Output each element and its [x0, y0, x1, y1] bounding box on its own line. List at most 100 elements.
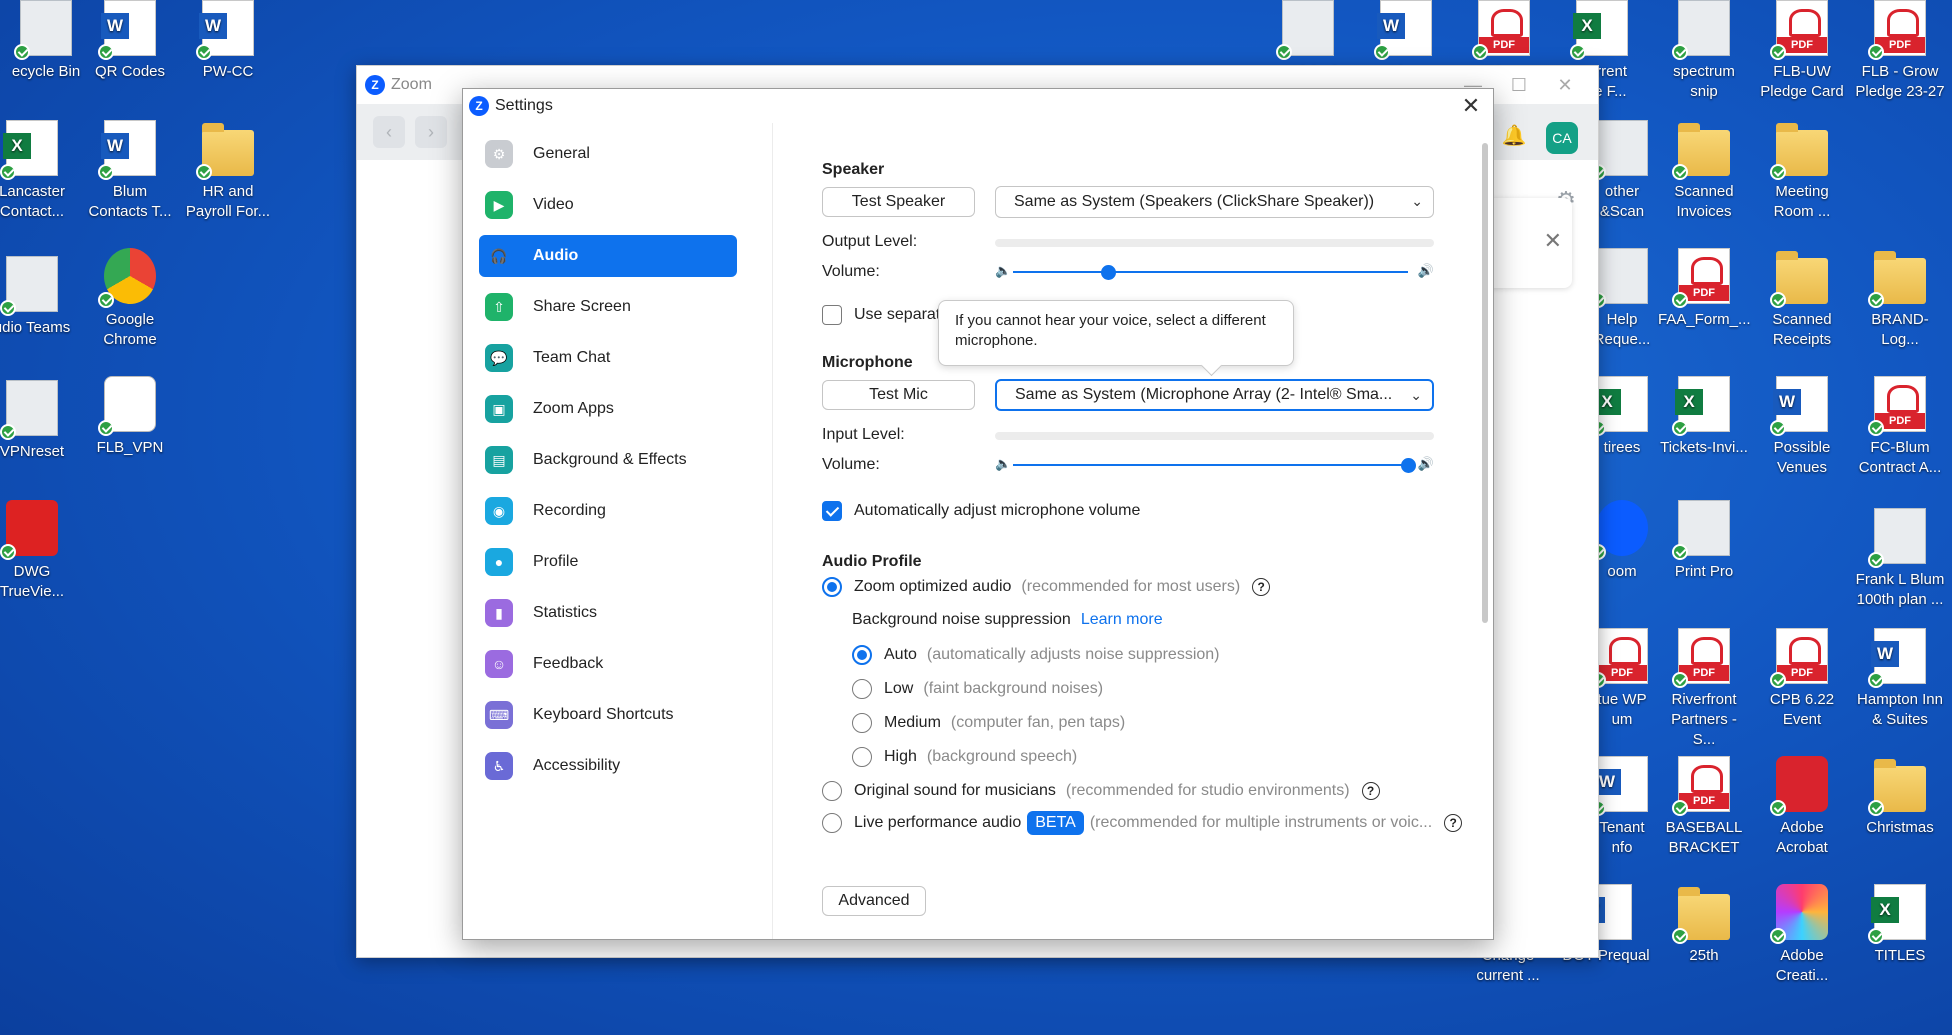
noise-option-high[interactable]: High (background speech) [852, 747, 1077, 767]
scrollbar-thumb[interactable] [1482, 143, 1488, 623]
desktop-icon-vpnreset[interactable]: VPNreset [0, 380, 78, 462]
speaker-volume-slider[interactable]: 🔈 🔊 [995, 262, 1434, 282]
test-speaker-button[interactable]: Test Speaker [822, 187, 975, 217]
desktop-icon-riverfront-partners-s[interactable]: Riverfront Partners - S... [1658, 628, 1750, 750]
settings-scrollbar[interactable] [1481, 123, 1489, 941]
desktop-icon-frank-l-blum-100th-plan[interactable]: Frank L Blum 100th plan ... [1854, 508, 1946, 610]
sidebar-item-recording[interactable]: ◉ Recording [479, 490, 737, 532]
video-icon: ▶ [485, 191, 513, 219]
settings-sidebar: ⚙ General ▶ Video 🎧 Audio ⇧ Share Screen 💬 Team C… [463, 123, 773, 939]
desktop-icon-ecycle-bin[interactable]: ecycle Bin [0, 0, 92, 82]
desktop-icon-spectrum-snip[interactable]: spectrum snip [1658, 0, 1750, 102]
desktop-icon-fc-blum-contract-a[interactable]: FC-Blum Contract A... [1854, 376, 1946, 478]
sidebar-item-statistics[interactable]: ▮ Statistics [479, 592, 737, 634]
advanced-button[interactable]: Advanced [822, 886, 926, 916]
noise-option-low[interactable]: Low (faint background noises) [852, 679, 1103, 699]
desktop-icon-meeting-room[interactable]: Meeting Room ... [1756, 120, 1848, 222]
slider-knob[interactable] [1401, 458, 1416, 473]
desktop-icon-print-pro[interactable]: Print Pro [1658, 500, 1750, 582]
microphone-device-select[interactable]: Same as System (Microphone Array (2- Int… [995, 379, 1434, 411]
close-icon[interactable]: ✕ [1544, 228, 1562, 254]
slider-knob[interactable] [1100, 265, 1116, 280]
desktop-icon-udio-teams[interactable]: udio Teams [0, 256, 78, 338]
use-separate-checkbox[interactable] [822, 305, 842, 325]
desktop-icon-scanned-invoices[interactable]: Scanned Invoices [1658, 120, 1750, 222]
sidebar-item-profile[interactable]: ● Profile [479, 541, 737, 583]
sidebar-item-background-effects[interactable]: ▤ Background & Effects [479, 439, 737, 481]
zoom-optimized-radio[interactable] [822, 577, 842, 597]
noise-option-radio[interactable] [852, 645, 872, 665]
desktop-icon-scanned-receipts[interactable]: Scanned Receipts [1756, 248, 1848, 350]
desktop-icon-titles[interactable]: TITLES [1854, 884, 1946, 966]
noise-option-radio[interactable] [852, 747, 872, 767]
sync-check-icon [196, 44, 212, 60]
desktop-icon-blum-contacts-t[interactable]: Blum Contacts T... [84, 120, 176, 222]
desktop-icon-possible-venues[interactable]: Possible Venues [1756, 376, 1848, 478]
sync-check-icon [1868, 800, 1884, 816]
pdf-file-icon [1770, 0, 1828, 60]
desktop-icon-adobe-acrobat[interactable]: Adobe Acrobat [1756, 756, 1848, 858]
generic-file-icon [0, 256, 58, 316]
desktop-icon-hr-and-payroll-for[interactable]: HR and Payroll For... [182, 120, 274, 222]
desktop-icon-label: Blum Contacts T... [88, 183, 172, 220]
sidebar-item-keyboard-shortcuts[interactable]: ⌨ Keyboard Shortcuts [479, 694, 737, 736]
desktop-icon-adobe-creati[interactable]: Adobe Creati... [1756, 884, 1848, 986]
sidebar-item-feedback[interactable]: ☺ Feedback [479, 643, 737, 685]
sidebar-item-general[interactable]: ⚙ General [479, 133, 737, 175]
sidebar-item-audio[interactable]: 🎧 Audio [479, 235, 737, 277]
chevron-down-icon: ⌄ [1411, 193, 1423, 209]
desktop-icon-tickets-invi[interactable]: Tickets-Invi... [1658, 376, 1750, 458]
microphone-tooltip: If you cannot hear your voice, select a … [938, 300, 1294, 366]
desktop-icon-google-chrome[interactable]: Google Chrome [84, 248, 176, 350]
sidebar-item-video[interactable]: ▶ Video [479, 184, 737, 226]
desktop-icon-baseball-bracket[interactable]: BASEBALL BRACKET [1658, 756, 1750, 858]
noise-option-radio[interactable] [852, 713, 872, 733]
original-sound-radio[interactable] [822, 781, 842, 801]
microphone-section-title: Microphone [822, 354, 913, 371]
sync-check-icon [98, 44, 114, 60]
use-separate-label: Use separate [854, 306, 950, 323]
speaker-device-select[interactable]: Same as System (Speakers (ClickShare Spe… [995, 186, 1434, 218]
noise-option-auto[interactable]: Auto (automatically adjusts noise suppres… [852, 645, 1220, 665]
auto-adjust-label: Automatically adjust microphone volume [854, 502, 1141, 519]
forward-arrow-icon[interactable]: › [415, 116, 447, 148]
desktop-icon-dwg-truevie[interactable]: DWG TrueVie... [0, 500, 78, 602]
desktop-icon-flb-grow-pledge-23-27[interactable]: FLB - Grow Pledge 23-27 [1854, 0, 1946, 102]
sidebar-item-share-screen[interactable]: ⇧ Share Screen [479, 286, 737, 328]
avatar[interactable]: CA [1546, 122, 1578, 154]
help-icon[interactable]: ? [1252, 578, 1271, 596]
sidebar-item-team-chat[interactable]: 💬 Team Chat [479, 337, 737, 379]
desktop-icon-label: Scanned Invoices [1674, 183, 1734, 220]
desktop-icon-cpb-6-22-event[interactable]: CPB 6.22 Event [1756, 628, 1848, 730]
sidebar-item-accessibility[interactable]: ♿ Accessibility [479, 745, 737, 787]
maximize-button[interactable]: ☐ [1496, 72, 1542, 98]
desktop-icon-label: FC-Blum Contract A... [1858, 439, 1942, 476]
mic-volume-slider[interactable]: 🔈 🔊 [995, 455, 1434, 475]
desktop-icon-qr-codes[interactable]: QR Codes [84, 0, 176, 82]
desktop-icon-faa-form[interactable]: FAA_Form_... [1658, 248, 1751, 330]
auto-adjust-checkbox[interactable] [822, 501, 842, 521]
settings-close-button[interactable]: ✕ [1457, 93, 1485, 119]
noise-option-medium[interactable]: Medium (computer fan, pen taps) [852, 713, 1125, 733]
desktop-icon-hampton-inn-suites[interactable]: Hampton Inn & Suites [1854, 628, 1946, 730]
live-performance-radio[interactable] [822, 813, 842, 833]
back-arrow-icon[interactable]: ‹ [373, 116, 405, 148]
noise-option-radio[interactable] [852, 679, 872, 699]
word-file-icon [196, 0, 254, 60]
desktop-icon-christmas[interactable]: Christmas [1854, 756, 1946, 838]
pdf-file-icon [1868, 0, 1926, 60]
learn-more-link[interactable]: Learn more [1081, 611, 1163, 629]
test-mic-button[interactable]: Test Mic [822, 380, 975, 410]
close-window-button[interactable]: ✕ [1542, 72, 1588, 98]
desktop-icon-flb-vpn[interactable]: FLB_VPN [84, 376, 176, 458]
help-icon[interactable]: ? [1444, 814, 1463, 832]
folder-file-icon [1868, 756, 1926, 816]
desktop-icon-lancaster-contact[interactable]: Lancaster Contact... [0, 120, 78, 222]
desktop-icon-flb-uw-pledge-card[interactable]: FLB-UW Pledge Card [1756, 0, 1848, 102]
desktop-icon-pw-cc[interactable]: PW-CC [182, 0, 274, 82]
desktop-icon-25th[interactable]: 25th [1658, 884, 1750, 966]
desktop-icon-brand-log[interactable]: BRAND-Log... [1854, 248, 1946, 350]
sidebar-item-zoom-apps[interactable]: ▣ Zoom Apps [479, 388, 737, 430]
help-icon[interactable]: ? [1361, 782, 1380, 800]
bell-icon[interactable]: 🔔 [1500, 121, 1528, 149]
